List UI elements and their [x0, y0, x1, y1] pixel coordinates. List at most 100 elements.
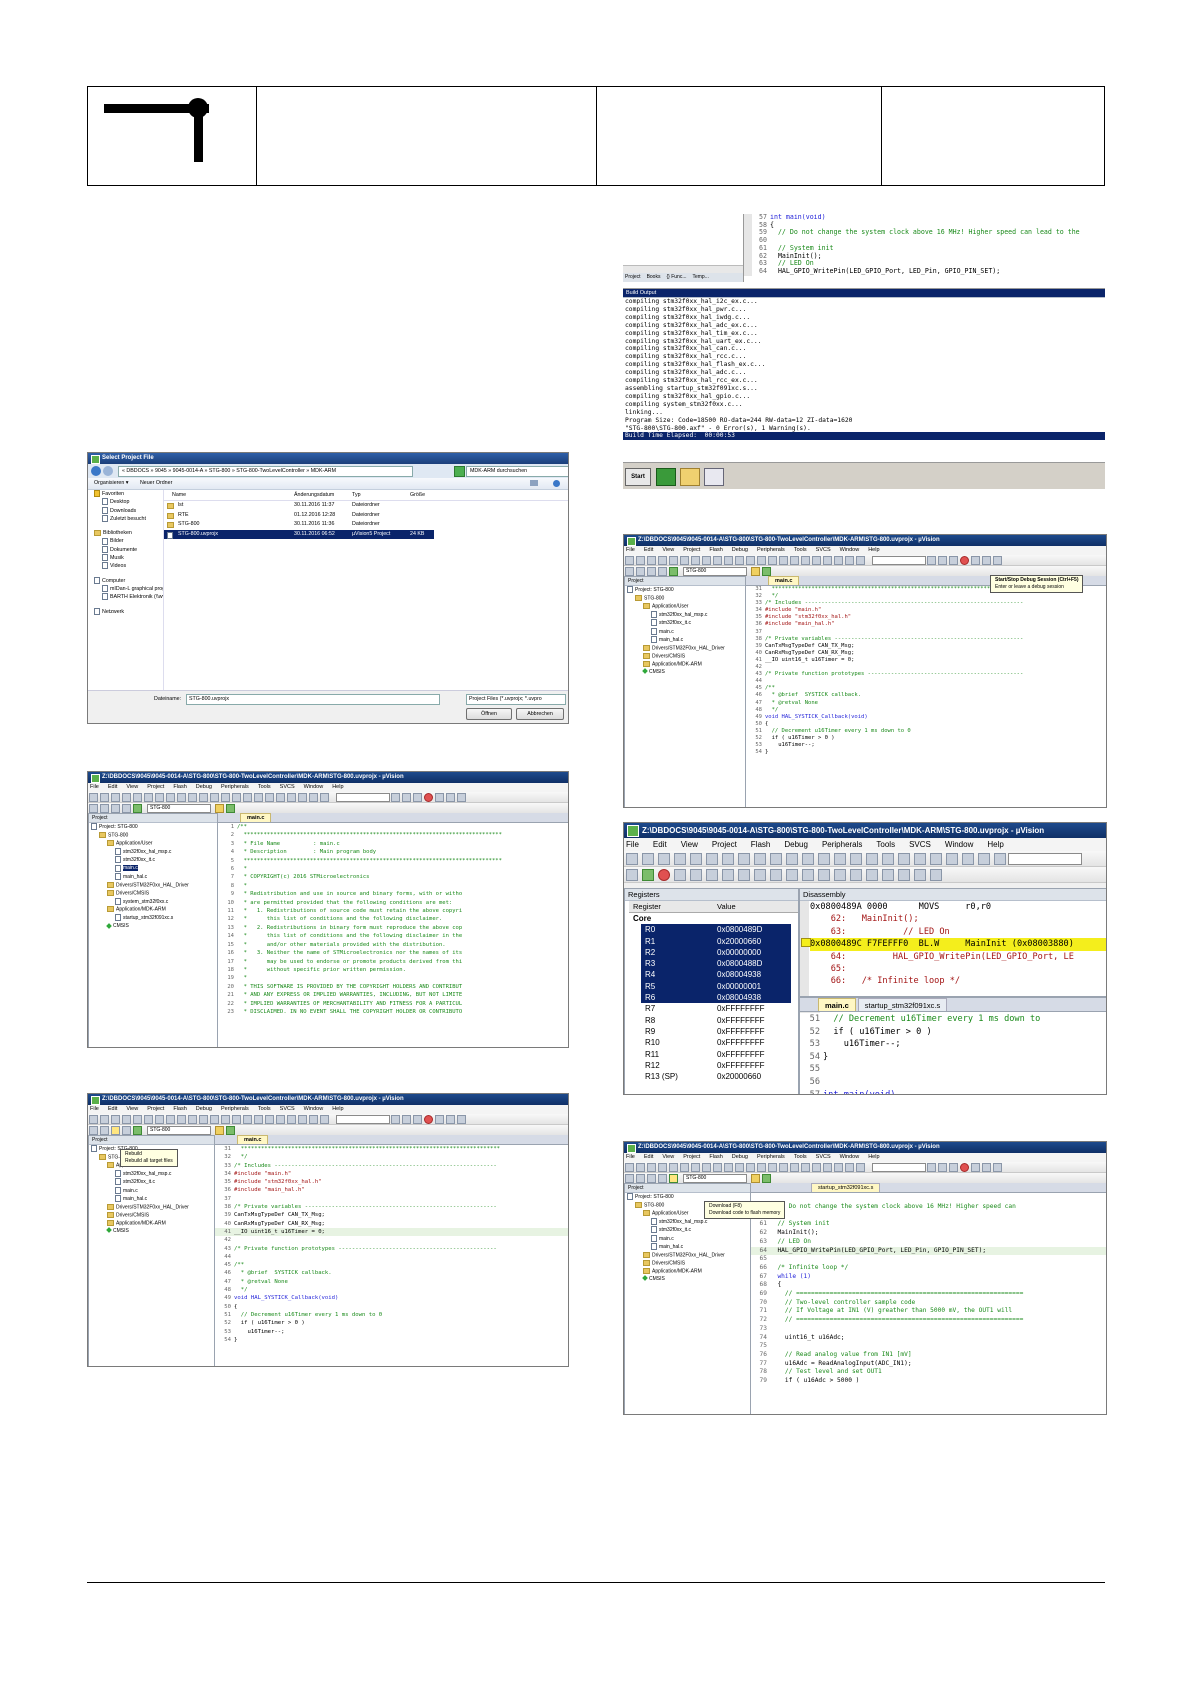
rebuild-icon[interactable] — [647, 1174, 656, 1183]
target-options-icon[interactable] — [751, 567, 760, 576]
uncomment-icon[interactable] — [287, 1115, 296, 1124]
menu-debug[interactable]: Debug — [784, 840, 808, 849]
refresh-button[interactable] — [454, 466, 465, 477]
tree-item[interactable]: CMSIS — [627, 1275, 750, 1284]
cancel-button[interactable]: Abbrechen — [516, 708, 564, 720]
nav-item[interactable]: Musik — [88, 554, 163, 562]
toolbar-icon[interactable] — [626, 853, 638, 865]
analysis-icon[interactable] — [882, 869, 894, 881]
debug-session-icon[interactable] — [413, 793, 422, 802]
nav-forward-icon[interactable] — [199, 1115, 208, 1124]
tree-item[interactable]: main_hal.c — [627, 636, 745, 645]
nav-item[interactable]: Desktop — [88, 498, 163, 506]
nav-item[interactable]: Bilder — [88, 537, 163, 545]
tab-main-c[interactable]: main.c — [237, 1135, 269, 1144]
tree-item[interactable]: system_stm32f0xx.c — [91, 897, 217, 907]
column-header[interactable]: Name — [172, 490, 186, 500]
tree-item[interactable]: stm32f0xx_it.c — [91, 1178, 214, 1187]
find-combo[interactable] — [336, 793, 390, 802]
undo-icon[interactable] — [166, 793, 175, 802]
step-over-icon[interactable] — [690, 869, 702, 881]
target-select[interactable]: STG-800 — [683, 567, 747, 576]
tree-item[interactable]: CMSIS — [91, 922, 217, 931]
menu-debug[interactable]: Debug — [732, 1154, 748, 1160]
tree-item[interactable]: Drivers/STM32F0xx_HAL_Driver — [91, 1203, 214, 1212]
translate-icon[interactable] — [89, 804, 98, 813]
menu-help[interactable]: Help — [987, 840, 1003, 849]
prev-bookmark-icon[interactable] — [757, 556, 766, 565]
trace-icon[interactable] — [898, 869, 910, 881]
incremental-find-icon[interactable] — [402, 1115, 411, 1124]
menu-svcs[interactable]: SVCS — [816, 547, 831, 553]
clear-bookmark-icon[interactable] — [779, 556, 788, 565]
save-icon[interactable] — [111, 793, 120, 802]
breakpoint-icon[interactable] — [424, 1115, 433, 1124]
prev-bookmark-icon[interactable] — [221, 1115, 230, 1124]
build-icon[interactable] — [636, 1174, 645, 1183]
run-icon[interactable] — [642, 869, 654, 881]
reset-icon[interactable] — [626, 869, 638, 881]
tree-item[interactable]: Drivers/STM32F0xx_HAL_Driver — [91, 881, 217, 890]
menu-tools[interactable]: Tools — [794, 547, 807, 553]
project-tab[interactable]: {} Func... — [666, 274, 686, 280]
tree-item[interactable]: stm32f0xx_hal_msp.c — [91, 1169, 214, 1179]
tree-item[interactable]: Application/User — [91, 839, 217, 848]
open-icon[interactable] — [636, 1163, 645, 1172]
tree-item[interactable]: STG-800 — [627, 594, 745, 603]
next-bookmark-icon[interactable] — [232, 1115, 241, 1124]
kill-breakpoints-icon[interactable] — [982, 556, 991, 565]
toolbar-icon[interactable] — [786, 853, 798, 865]
menu-debug[interactable]: Debug — [196, 784, 212, 790]
menu-file[interactable]: File — [90, 784, 99, 790]
menu-tools[interactable]: Tools — [258, 784, 271, 790]
config-icon[interactable] — [457, 1115, 466, 1124]
stop-icon[interactable] — [658, 869, 670, 881]
nav-item[interactable]: Bibliotheken — [88, 529, 163, 537]
open-icon[interactable] — [320, 793, 329, 802]
tree-item[interactable]: CMSIS — [627, 668, 745, 677]
undo-icon[interactable] — [166, 1115, 175, 1124]
register-row[interactable]: R3 0x0800488D — [641, 958, 791, 970]
file-row[interactable]: STG-800.uvprojx 30.11.2016 06:52 µVision5 … — [164, 529, 434, 539]
register-row[interactable]: R6 0x08004938 — [641, 992, 791, 1004]
target-options-icon[interactable] — [751, 1174, 760, 1183]
unindent-icon[interactable] — [801, 556, 810, 565]
tree-item[interactable]: Application/MDK-ARM — [91, 906, 217, 914]
toolbar-icon[interactable] — [994, 853, 1006, 865]
manage-components-icon[interactable] — [226, 804, 235, 813]
toolbar-icon[interactable] — [642, 853, 654, 865]
tab-main-c[interactable]: main.c — [240, 813, 272, 822]
menu-peripherals[interactable]: Peripherals — [757, 1154, 785, 1160]
menu-svcs[interactable]: SVCS — [909, 840, 931, 849]
tree-item[interactable]: stm32f0xx_hal_msp.c — [627, 610, 745, 620]
disable-breakpoint-icon[interactable] — [435, 1115, 444, 1124]
target-options-icon[interactable] — [215, 1126, 224, 1135]
tree-item[interactable]: main.c — [627, 627, 745, 637]
batch-build-icon[interactable] — [122, 804, 131, 813]
open-icon[interactable] — [100, 793, 109, 802]
menu-project[interactable]: Project — [683, 547, 700, 553]
new-file-icon[interactable] — [89, 793, 98, 802]
save-all-icon[interactable] — [122, 793, 131, 802]
tree-item[interactable]: Application/MDK-ARM — [91, 1219, 214, 1228]
cut-icon[interactable] — [669, 1163, 678, 1172]
config-icon[interactable] — [993, 556, 1002, 565]
menu-view[interactable]: View — [662, 547, 674, 553]
nav-forward-icon[interactable] — [735, 1163, 744, 1172]
tree-item[interactable]: startup_stm32f091xc.s — [91, 914, 217, 923]
bookmark-icon[interactable] — [210, 1115, 219, 1124]
translate-icon[interactable] — [89, 1126, 98, 1135]
redo-icon[interactable] — [713, 556, 722, 565]
nav-item[interactable]: BARTH Elektronik (\\ww — [88, 593, 163, 601]
file-row[interactable]: STG-800 30.11.2016 11:36 Dateiordner — [164, 520, 568, 530]
search-input[interactable]: MDK-ARM durchsuchen — [466, 466, 568, 477]
step-into-icon[interactable] — [674, 869, 686, 881]
find-combo[interactable] — [872, 1163, 926, 1172]
translate-icon[interactable] — [625, 1174, 634, 1183]
register-row[interactable]: R9 0xFFFFFFFF — [625, 1026, 798, 1037]
uncomment-icon[interactable] — [823, 1163, 832, 1172]
undo-icon[interactable] — [702, 556, 711, 565]
show-next-icon[interactable] — [738, 869, 750, 881]
open-button[interactable]: Öffnen — [466, 708, 512, 720]
nav-item[interactable]: Favoriten — [88, 490, 163, 498]
